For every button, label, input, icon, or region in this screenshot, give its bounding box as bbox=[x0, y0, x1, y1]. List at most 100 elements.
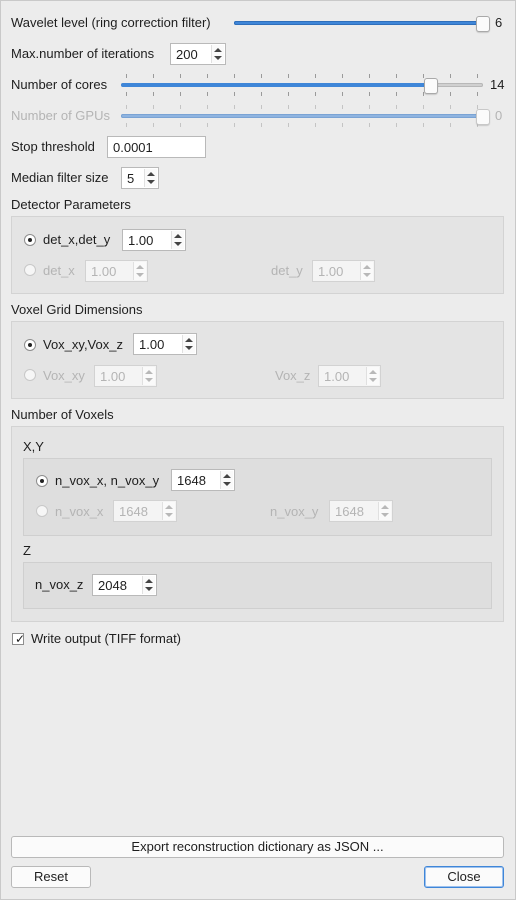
up-arrow-icon[interactable] bbox=[147, 172, 155, 176]
median-filter-value: 5 bbox=[127, 171, 135, 186]
stepper-arrows[interactable] bbox=[171, 231, 184, 249]
stepper-arrows[interactable] bbox=[360, 262, 373, 280]
voxel-grid-group bbox=[11, 321, 504, 399]
cores-value: 14 bbox=[490, 77, 505, 92]
gpus-value: 0 bbox=[495, 108, 503, 123]
nvox-z-spinbox[interactable]: 2048 bbox=[92, 574, 157, 596]
det-combined-value: 1.00 bbox=[128, 233, 154, 248]
nvox-separate-radio[interactable] bbox=[36, 505, 48, 517]
det-y-spinbox[interactable]: 1.00 bbox=[312, 260, 375, 282]
export-json-button[interactable]: Export reconstruction dictionary as JSON… bbox=[11, 836, 504, 858]
write-output-label: Write output (TIFF format) bbox=[31, 631, 182, 646]
up-arrow-icon[interactable] bbox=[381, 505, 389, 509]
stepper-arrows[interactable] bbox=[211, 45, 224, 63]
stepper-arrows[interactable] bbox=[142, 576, 155, 594]
nvox-y-spinbox[interactable]: 1648 bbox=[329, 500, 393, 522]
stepper-arrows[interactable] bbox=[133, 262, 146, 280]
voxel-grid-title: Voxel Grid Dimensions bbox=[11, 302, 143, 317]
down-arrow-icon[interactable] bbox=[214, 56, 222, 60]
iterations-value: 200 bbox=[176, 47, 198, 62]
down-arrow-icon[interactable] bbox=[147, 180, 155, 184]
det-combined-spinbox[interactable]: 1.00 bbox=[122, 229, 186, 251]
stepper-arrows[interactable] bbox=[142, 367, 155, 385]
gpus-slider-handle[interactable] bbox=[476, 109, 490, 125]
up-arrow-icon[interactable] bbox=[185, 338, 193, 342]
up-arrow-icon[interactable] bbox=[165, 505, 173, 509]
reset-button[interactable]: Reset bbox=[11, 866, 91, 888]
vox-separate-radio[interactable] bbox=[24, 369, 36, 381]
vox-z-label: Vox_z bbox=[275, 368, 311, 383]
up-arrow-icon[interactable] bbox=[214, 48, 222, 52]
detector-group bbox=[11, 216, 504, 294]
nvox-combined-label: n_vox_x, n_vox_y bbox=[55, 473, 160, 488]
wavelet-slider-handle[interactable] bbox=[476, 16, 490, 32]
vox-xy-label: Vox_xy bbox=[43, 368, 85, 383]
checkmark-icon: ✓ bbox=[15, 632, 26, 646]
det-combined-radio[interactable] bbox=[24, 234, 36, 246]
wavelet-slider[interactable] bbox=[234, 21, 488, 25]
gpus-slider[interactable] bbox=[121, 114, 488, 118]
nvox-z-value: 2048 bbox=[98, 578, 127, 593]
iterations-spinbox[interactable]: 200 bbox=[170, 43, 226, 65]
wavelet-value: 6 bbox=[495, 15, 503, 30]
cores-slider-handle[interactable] bbox=[424, 78, 438, 94]
down-arrow-icon[interactable] bbox=[136, 273, 144, 277]
cores-slider-fill bbox=[121, 83, 431, 87]
wavelet-label: Wavelet level (ring correction filter) bbox=[11, 15, 211, 30]
up-arrow-icon[interactable] bbox=[145, 370, 153, 374]
stop-threshold-field[interactable]: 0.0001 bbox=[107, 136, 206, 158]
down-arrow-icon[interactable] bbox=[145, 587, 153, 591]
up-arrow-icon[interactable] bbox=[369, 370, 377, 374]
down-arrow-icon[interactable] bbox=[145, 378, 153, 382]
down-arrow-icon[interactable] bbox=[363, 273, 371, 277]
vox-combined-label: Vox_xy,Vox_z bbox=[43, 337, 123, 352]
nvox-x-spinbox[interactable]: 1648 bbox=[113, 500, 177, 522]
gpus-ticks-top bbox=[121, 105, 483, 109]
down-arrow-icon[interactable] bbox=[223, 482, 231, 486]
det-combined-label: det_x,det_y bbox=[43, 232, 111, 247]
median-filter-spinbox[interactable]: 5 bbox=[121, 167, 159, 189]
stepper-arrows[interactable] bbox=[144, 169, 157, 187]
stepper-arrows[interactable] bbox=[220, 471, 233, 489]
down-arrow-icon[interactable] bbox=[369, 378, 377, 382]
up-arrow-icon[interactable] bbox=[145, 579, 153, 583]
vox-xy-spinbox[interactable]: 1.00 bbox=[94, 365, 157, 387]
vox-combined-radio[interactable] bbox=[24, 339, 36, 351]
close-button[interactable]: Close bbox=[424, 866, 504, 888]
stepper-arrows[interactable] bbox=[366, 367, 379, 385]
det-separate-radio[interactable] bbox=[24, 264, 36, 276]
stop-threshold-label: Stop threshold bbox=[11, 139, 95, 154]
nvox-combined-radio[interactable] bbox=[36, 475, 48, 487]
nvox-x-value: 1648 bbox=[119, 504, 148, 519]
vox-z-spinbox[interactable]: 1.00 bbox=[318, 365, 381, 387]
xy-subtitle: X,Y bbox=[23, 439, 44, 454]
stepper-arrows[interactable] bbox=[378, 502, 391, 520]
nvox-combined-spinbox[interactable]: 1648 bbox=[171, 469, 235, 491]
gpus-ticks-bottom bbox=[121, 123, 483, 127]
write-output-checkbox[interactable]: ✓ bbox=[12, 632, 26, 646]
nvox-combined-value: 1648 bbox=[177, 473, 206, 488]
det-y-label: det_y bbox=[271, 263, 303, 278]
vox-combined-spinbox[interactable]: 1.00 bbox=[133, 333, 197, 355]
det-y-value: 1.00 bbox=[318, 264, 344, 279]
iterations-label: Max.number of iterations bbox=[11, 46, 155, 61]
num-voxels-title: Number of Voxels bbox=[11, 407, 114, 422]
up-arrow-icon[interactable] bbox=[136, 265, 144, 269]
detector-title: Detector Parameters bbox=[11, 197, 131, 212]
det-x-value: 1.00 bbox=[91, 264, 117, 279]
up-arrow-icon[interactable] bbox=[223, 474, 231, 478]
stepper-arrows[interactable] bbox=[182, 335, 195, 353]
z-subtitle: Z bbox=[23, 543, 31, 558]
vox-combined-value: 1.00 bbox=[139, 337, 165, 352]
down-arrow-icon[interactable] bbox=[185, 346, 193, 350]
nvox-y-value: 1648 bbox=[335, 504, 364, 519]
det-x-spinbox[interactable]: 1.00 bbox=[85, 260, 148, 282]
down-arrow-icon[interactable] bbox=[174, 242, 182, 246]
up-arrow-icon[interactable] bbox=[174, 234, 182, 238]
down-arrow-icon[interactable] bbox=[381, 513, 389, 517]
gpus-label: Number of GPUs bbox=[11, 108, 110, 123]
cores-label: Number of cores bbox=[11, 77, 108, 92]
stepper-arrows[interactable] bbox=[162, 502, 175, 520]
up-arrow-icon[interactable] bbox=[363, 265, 371, 269]
down-arrow-icon[interactable] bbox=[165, 513, 173, 517]
